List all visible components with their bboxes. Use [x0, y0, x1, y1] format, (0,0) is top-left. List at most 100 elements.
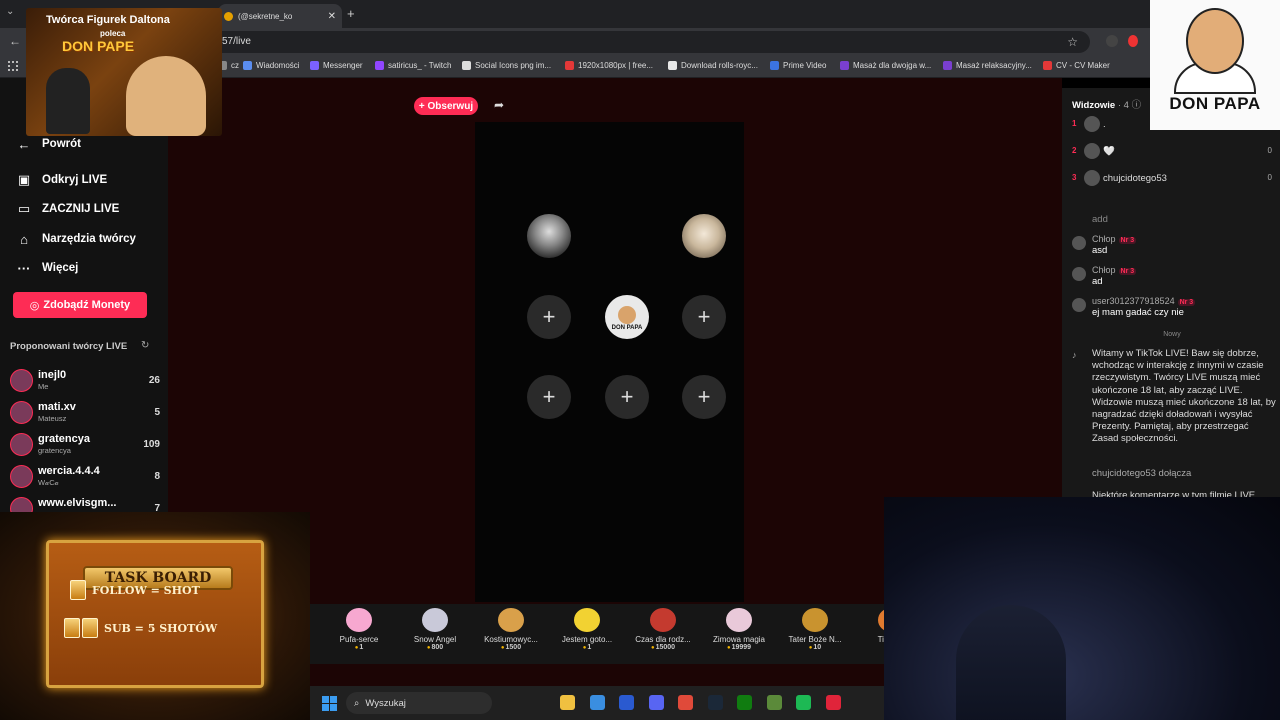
message-user: Chłop Nr 3: [1092, 234, 1137, 244]
message-user: user3012377918524 Nr 3: [1092, 296, 1196, 306]
address-input[interactable]: 57/live ☆: [210, 31, 1090, 53]
tab-search-icon[interactable]: ⌄: [6, 6, 14, 17]
nav-label: Więcej: [42, 262, 79, 274]
task-row-follow: FOLLOW = SHOT: [70, 580, 200, 600]
back-button[interactable]: ← Powrót: [16, 136, 81, 152]
gift-item[interactable]: Czas dla rodz...15000: [628, 608, 698, 651]
gift-icon: [802, 608, 828, 632]
bookmark-item[interactable]: satiricus_ - Twitch: [375, 61, 451, 70]
nav-creator-tools[interactable]: ⌂ Narzędzia twórcy: [16, 231, 136, 247]
nav-start-live[interactable]: ▭ ZACZNIJ LIVE: [16, 201, 119, 217]
rank-badge: Nr 3: [1118, 237, 1137, 244]
bookmark-item[interactable]: Masaż relaksacyjny...: [943, 61, 1032, 70]
gift-item[interactable]: Kostiumowyc...1500: [476, 608, 546, 651]
shot-glasses-icon: [82, 618, 98, 638]
spotify-icon[interactable]: [796, 695, 811, 710]
gift-item[interactable]: Pufa-serce1: [324, 608, 394, 651]
bookmark-item[interactable]: CV - CV Maker: [1043, 61, 1110, 70]
viewer-rank: 2: [1072, 146, 1077, 155]
tab-close-icon[interactable]: ✕: [328, 11, 336, 22]
bookmark-item[interactable]: Wiadomości: [243, 61, 300, 70]
extension-alert-icon[interactable]: [1128, 35, 1138, 47]
l-app-icon[interactable]: [619, 695, 634, 710]
share-icon[interactable]: ➦: [494, 98, 504, 112]
steam-icon[interactable]: [707, 695, 723, 710]
file-explorer-icon[interactable]: [560, 695, 575, 710]
shot-glass-icon: [70, 580, 86, 600]
discord-icon[interactable]: [648, 695, 664, 710]
viewer-score: 0: [1267, 146, 1272, 155]
bookmark-label: Prime Video: [783, 61, 827, 70]
address-text: 57/live: [222, 36, 251, 47]
bookmark-item[interactable]: Masaż dla dwojga w...: [840, 61, 931, 70]
bookmark-label: Wiadomości: [256, 61, 300, 70]
empty-seat-add[interactable]: +: [682, 295, 726, 339]
chrome-icon[interactable]: [678, 695, 693, 710]
suggested-creator[interactable]: inejl0 Me 26: [10, 367, 160, 395]
avatar: [10, 401, 33, 424]
bookmark-item[interactable]: 1920x1080px | free...: [565, 61, 653, 70]
top-viewer-row[interactable]: 3 chujcidotego53 0: [1072, 170, 1272, 188]
bookmark-label: cz: [231, 61, 239, 70]
shot-glasses-icon: [64, 618, 80, 638]
empty-seat-add[interactable]: +: [527, 295, 571, 339]
gift-icon: [346, 608, 372, 632]
empty-seat-add[interactable]: +: [527, 375, 571, 419]
viewers-label: Widzowie: [1072, 100, 1116, 111]
refresh-icon[interactable]: ↻: [141, 340, 149, 351]
top-viewer-row[interactable]: 2 🤍 0: [1072, 143, 1272, 161]
guest-seat-2[interactable]: [682, 214, 726, 258]
xbox-icon[interactable]: [737, 695, 752, 710]
task-board-frame: TASK BOARD: [46, 540, 264, 688]
suggested-creator[interactable]: gratencya gratencya 109: [10, 431, 160, 459]
gift-item[interactable]: Tater Boże N...10: [780, 608, 850, 651]
taskbar-search[interactable]: ⌕ Wyszukaj: [346, 692, 492, 714]
nav-discover-live[interactable]: ▣ Odkryj LIVE: [16, 172, 107, 188]
browser-back-icon[interactable]: ←: [9, 34, 21, 48]
message-text: asd: [1092, 245, 1108, 256]
follow-button[interactable]: + Obserwuj: [414, 97, 478, 115]
nav-more[interactable]: ··· Więcej: [16, 260, 79, 276]
search-icon: ⌕: [354, 697, 360, 709]
active-tab[interactable]: (@sekretne_ko ✕: [218, 4, 342, 28]
avatar: [1072, 267, 1086, 281]
suggested-creator[interactable]: mati.xv Mateusz 5: [10, 399, 160, 427]
search-placeholder: Wyszukaj: [365, 697, 406, 709]
gift-name: Zimowa magia: [712, 635, 765, 644]
nav-label: Narzędzia twórcy: [42, 233, 136, 245]
store-icon[interactable]: [589, 695, 605, 710]
windows-start-icon[interactable]: [322, 696, 337, 711]
bookmark-item[interactable]: Download rolls-royc...: [668, 61, 758, 70]
windows-taskbar: ⌕ Wyszukaj: [310, 686, 884, 720]
empty-seat-add[interactable]: +: [605, 375, 649, 419]
get-coins-button[interactable]: ◎ Zdobądź Monety: [13, 292, 147, 318]
avatar: [1084, 143, 1100, 159]
opera-icon[interactable]: [825, 695, 841, 710]
apps-grid-icon[interactable]: [8, 61, 18, 71]
host-label: DON PAPA: [611, 324, 643, 331]
stream-video[interactable]: [475, 122, 744, 602]
bookmark-favicon-icon: [462, 61, 471, 70]
new-tab-icon[interactable]: +: [347, 6, 355, 21]
bookmark-item[interactable]: Prime Video: [770, 61, 826, 70]
bookmark-star-icon[interactable]: ☆: [1067, 31, 1078, 53]
viewers-count: · 4: [1117, 100, 1129, 111]
message-text: ad: [1092, 276, 1103, 287]
viewer-rank: 1: [1072, 119, 1077, 128]
info-icon[interactable]: ⓘ: [1132, 100, 1142, 111]
bookmark-item[interactable]: Messenger: [310, 61, 363, 70]
gift-item[interactable]: Zimowa magia19999: [704, 608, 774, 651]
extension-icon[interactable]: [1106, 35, 1118, 47]
minecraft-icon[interactable]: [766, 695, 782, 710]
guest-seat-1[interactable]: [527, 214, 571, 258]
host-seat[interactable]: DON PAPA: [605, 295, 649, 339]
gift-item[interactable]: Snow Angel800: [400, 608, 470, 651]
gift-item[interactable]: Jestem goto...1: [552, 608, 622, 651]
empty-seat-add[interactable]: +: [682, 375, 726, 419]
message-user: Chłop Nr 3: [1092, 265, 1137, 275]
bookmark-label: 1920x1080px | free...: [578, 61, 654, 70]
gift-price: 15000: [628, 644, 698, 651]
bookmark-item[interactable]: Social Icons png im...: [462, 61, 551, 70]
suggested-creator[interactable]: wercia.4.4.4 W𝒶C𝒶 8: [10, 463, 160, 491]
viewers-title[interactable]: Widzowie · 4 ⓘ: [1072, 97, 1141, 111]
